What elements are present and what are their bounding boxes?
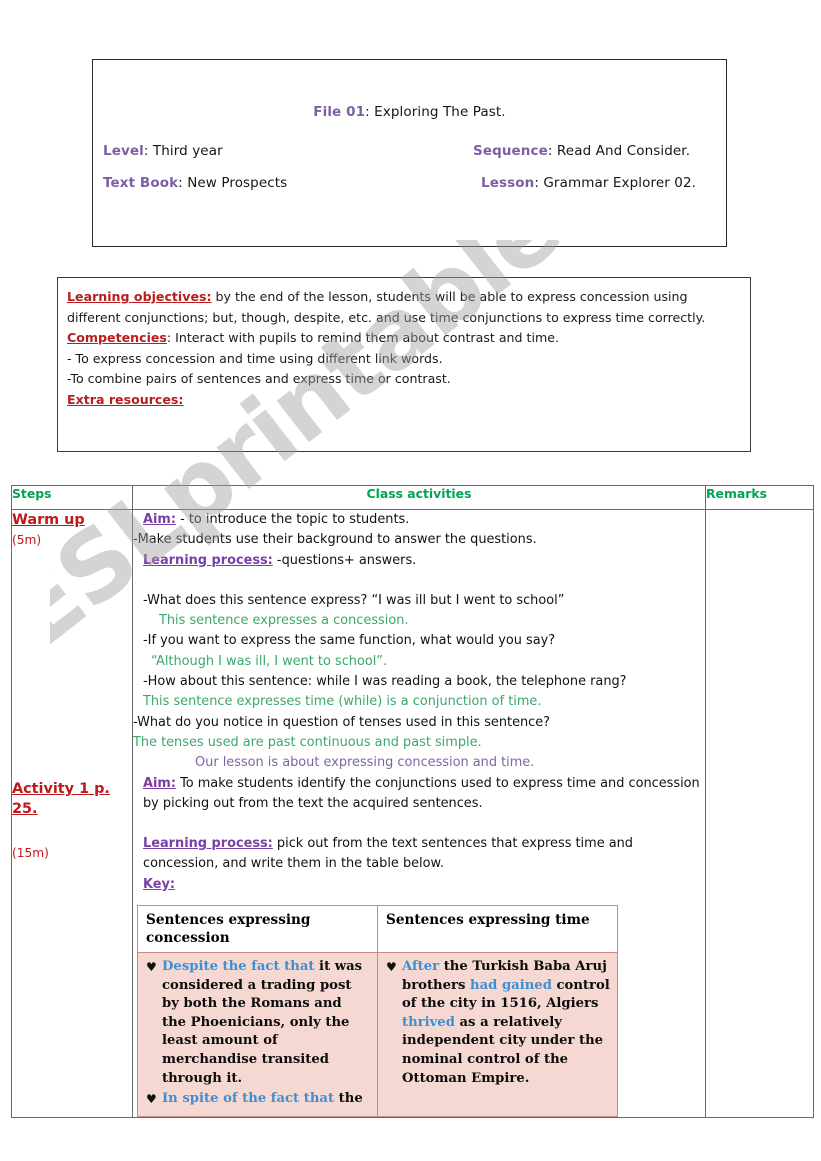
competencies-text: : Interact with pupils to remind them ab… — [166, 330, 559, 346]
key-header-row: Sentences expressing concession Sentence… — [137, 905, 618, 954]
warmup-question-2: -If you want to express the same functio… — [143, 633, 556, 649]
table-row: Warm up (5m) Activity 1 p. 25. (15m) Aim… — [11, 509, 814, 1118]
step-title-warm-up: Warm up — [12, 512, 85, 528]
warmup-aim-label: Aim: — [143, 512, 176, 527]
table-header-row: Steps Class activities Remarks — [11, 485, 814, 510]
list-item: ♥ In spite of the fact that the — [146, 1090, 370, 1109]
warmup-make-line: -Make students use their background to a… — [133, 532, 537, 548]
sequence-field: Sequence: Read And Consider. — [473, 143, 690, 159]
key-rest: it was considered a trading post by both… — [162, 959, 363, 1086]
textbook-value: : New Prospects — [178, 175, 288, 191]
activity1-key-line: Key: — [133, 875, 705, 895]
column-header-steps: Steps — [11, 485, 133, 510]
learning-objectives-label: Learning objectives: — [67, 289, 212, 304]
list-item: ♥ After the Turkish Baba Aruj brothers ha… — [386, 958, 610, 1088]
step-title-activity-1: Activity 1 p. 25. — [12, 781, 110, 817]
key-col1-body: ♥ Despite the fact that it was considered… — [137, 952, 378, 1117]
objectives-bullet-2: -To combine pairs of sentences and expre… — [67, 371, 451, 387]
objectives-bullet-1: - To express concession and time using d… — [67, 350, 443, 366]
sequence-label: Sequence — [473, 143, 548, 159]
activity1-process-label: Learning process: — [143, 836, 273, 852]
warmup-question-1: -What does this sentence express? “I was… — [143, 592, 565, 608]
competencies-line: Competencies: Interact with pupils to re… — [67, 328, 741, 349]
lesson-header-box: File 01: Exploring The Past. Level: Thir… — [92, 59, 727, 247]
lesson-plan-table-body: Warm up (5m) Activity 1 p. 25. (15m) Aim… — [11, 509, 814, 1118]
step-time-activity-1: (15m) — [12, 846, 49, 860]
warmup-answer-4: The tenses used are past continuous and … — [133, 734, 482, 750]
steps-cell-warm-up: Warm up (5m) Activity 1 p. 25. (15m) — [11, 509, 133, 1118]
key-col1-header: Sentences expressing concession — [137, 905, 378, 954]
class-activities-cell: Aim: - to introduce the topic to student… — [132, 509, 706, 1118]
file-label: File 01 — [313, 104, 366, 120]
key-col2-header: Sentences expressing time — [377, 905, 618, 954]
list-item: ♥ Despite the fact that it was considered… — [146, 958, 370, 1088]
warmup-aim-line: Aim: - to introduce the topic to student… — [133, 510, 705, 530]
key-col2-body: ♥ After the Turkish Baba Aruj brothers ha… — [377, 952, 618, 1117]
warmup-answer-2: “Although I was ill, I went to school”. — [151, 653, 388, 669]
competencies-label: Competencies — [67, 330, 167, 346]
warmup-question-4: -What do you notice in question of tense… — [133, 714, 551, 730]
heart-bullet-icon: ♥ — [386, 960, 397, 975]
activity1-aim-label: Aim: — [143, 775, 176, 791]
column-header-class-activities: Class activities — [132, 485, 706, 510]
heart-bullet-icon: ♥ — [146, 960, 157, 975]
file-value: : Exploring The Past. — [365, 104, 506, 120]
key-rest: the — [334, 1091, 363, 1107]
objectives-box: Learning objectives: by the end of the l… — [57, 277, 751, 452]
key-keyword-2: had gained — [470, 977, 552, 993]
learning-objectives-line: Learning objectives: by the end of the l… — [67, 287, 741, 328]
heart-bullet-icon: ♥ — [146, 1092, 157, 1107]
key-keyword: Despite the fact that — [162, 959, 315, 975]
warmup-question-3: -How about this sentence: while I was re… — [143, 674, 627, 690]
lesson-plan-table-head: Steps Class activities Remarks — [11, 485, 814, 510]
activity1-aim-text: To make students identify the conjunctio… — [143, 775, 700, 811]
key-answer-table-body: Sentences expressing concession Sentence… — [137, 905, 618, 1117]
sequence-value: : Read And Consider. — [547, 143, 691, 159]
level-value: : Third year — [143, 143, 223, 159]
step-time-warm-up: (5m) — [12, 533, 42, 547]
key-answer-table: Sentences expressing concession Sentence… — [137, 905, 618, 1117]
textbook-label: Text Book — [103, 175, 179, 191]
warmup-closing-line: Our lesson is about expressing concessio… — [195, 755, 535, 771]
file-title-line: File 01: Exploring The Past. — [93, 104, 726, 120]
lesson-field: Lesson: Grammar Explorer 02. — [481, 175, 696, 191]
warmup-answer-1: This sentence expresses a concession. — [159, 613, 409, 629]
extra-resources-label: Extra resources: — [67, 391, 184, 407]
textbook-field: Text Book: New Prospects — [103, 175, 287, 191]
warmup-process-text: -questions+ answers. — [272, 552, 417, 568]
level-field: Level: Third year — [103, 143, 223, 159]
level-label: Level — [103, 143, 144, 159]
key-keyword-3: thrived — [402, 1014, 455, 1030]
warmup-answer-3: This sentence expresses time (while) is … — [143, 694, 542, 710]
lesson-value: : Grammar Explorer 02. — [534, 175, 697, 191]
activity1-process-line: Learning process: pick out from the text… — [133, 834, 705, 875]
lesson-label: Lesson — [481, 175, 535, 191]
warmup-process-line: Learning process: -questions+ answers. — [133, 551, 705, 571]
column-header-remarks: Remarks — [705, 485, 814, 510]
key-keyword: In spite of the fact that — [162, 1091, 335, 1107]
activity1-aim-line: Aim: To make students identify the conju… — [133, 774, 705, 815]
key-body-row: ♥ Despite the fact that it was considered… — [137, 952, 618, 1117]
key-keyword: After — [402, 959, 440, 975]
warmup-aim-text: - to introduce the topic to students. — [175, 512, 410, 527]
remarks-cell — [705, 509, 814, 1118]
extra-resources-line: Extra resources: — [67, 390, 741, 411]
warmup-process-label: Learning process: — [143, 552, 273, 568]
lesson-plan-table: Steps Class activities Remarks Warm up (… — [11, 485, 814, 1118]
activity1-key-label: Key: — [143, 876, 176, 892]
